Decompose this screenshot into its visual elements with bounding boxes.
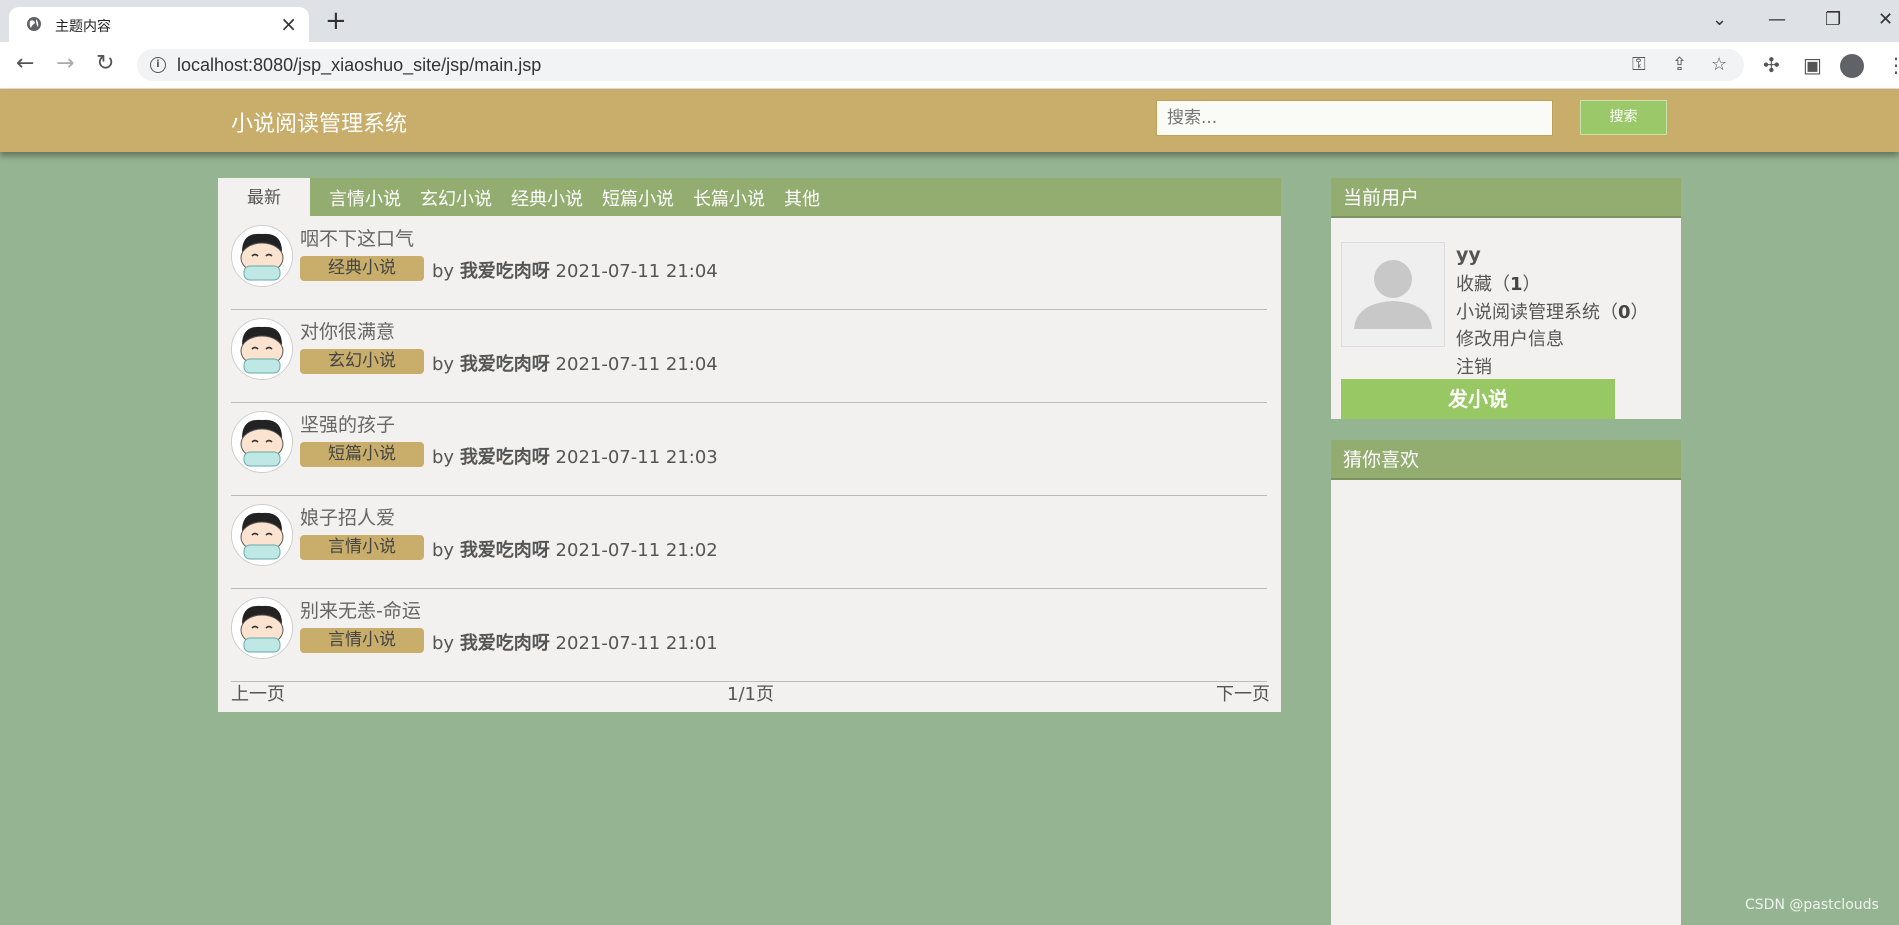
list-item: 娘子招人爱 言情小说 by 我爱吃肉呀 2021-07-11 21:02	[231, 496, 1267, 589]
site-info-icon[interactable]: i	[150, 57, 166, 73]
post-meta: by 我爱吃肉呀 2021-07-11 21:04	[432, 257, 718, 283]
favorites-link[interactable]: 收藏（1）	[1456, 270, 1541, 296]
post-author[interactable]: 我爱吃肉呀	[460, 261, 550, 282]
browser-toolbar: ← → ↻ i localhost:8080/jsp_xiaoshuo_site…	[0, 42, 1899, 89]
next-page-link[interactable]: 下一页	[1216, 680, 1270, 706]
profile-icon[interactable]	[1840, 54, 1864, 78]
list-item: 对你很满意 玄幻小说 by 我爱吃肉呀 2021-07-11 21:04	[231, 310, 1267, 403]
close-window-icon[interactable]: ✕	[1878, 6, 1893, 34]
list-item: 别来无恙-命运 言情小说 by 我爱吃肉呀 2021-07-11 21:01	[231, 589, 1267, 682]
logout-link[interactable]: 注销	[1456, 353, 1492, 379]
post-time: 2021-07-11 21:04	[555, 261, 718, 282]
post-meta: by 我爱吃肉呀 2021-07-11 21:03	[432, 443, 718, 469]
minimize-icon[interactable]: —	[1768, 6, 1786, 34]
by-label: by	[432, 540, 455, 561]
by-label: by	[432, 633, 455, 654]
post-author[interactable]: 我爱吃肉呀	[460, 633, 550, 654]
tab-novel[interactable]: 长篇小说	[693, 185, 765, 211]
favorites-count: 1	[1510, 274, 1523, 295]
category-badge[interactable]: 经典小说	[300, 256, 424, 281]
sidebar-divider	[1331, 419, 1681, 441]
avatar[interactable]	[231, 225, 293, 287]
menu-icon[interactable]: ⋮	[1886, 52, 1899, 78]
topic-list-panel: 最新 言情小说 玄幻小说 经典小说 短篇小说 长篇小说 其他 咽不下这口气 经典…	[218, 178, 1281, 712]
bookmark-star-icon[interactable]: ☆	[1711, 53, 1727, 77]
post-time: 2021-07-11 21:01	[555, 633, 718, 654]
search-input[interactable]	[1156, 100, 1553, 136]
user-avatar[interactable]	[1341, 242, 1445, 347]
recommend-header: 猜你喜欢	[1331, 440, 1681, 480]
by-label: by	[432, 447, 455, 468]
post-title[interactable]: 对你很满意	[300, 317, 395, 344]
post-title[interactable]: 坚强的孩子	[300, 410, 395, 437]
share-icon[interactable]: ⇪	[1672, 53, 1687, 77]
category-badge[interactable]: 短篇小说	[300, 442, 424, 467]
category-badge[interactable]: 玄幻小说	[300, 349, 424, 374]
page-indicator: 1/1页	[727, 684, 774, 705]
post-author[interactable]: 我爱吃肉呀	[460, 447, 550, 468]
paren: ）	[1522, 274, 1541, 295]
post-author[interactable]: 我爱吃肉呀	[460, 540, 550, 561]
key-icon[interactable]: ⚿	[1632, 53, 1646, 77]
back-icon[interactable]: ←	[16, 50, 34, 78]
reload-icon[interactable]: ↻	[96, 50, 114, 78]
post-author[interactable]: 我爱吃肉呀	[460, 354, 550, 375]
post-time: 2021-07-11 21:02	[555, 540, 718, 561]
browser-tab[interactable]: 主题内容 ×	[9, 7, 309, 42]
globe-icon	[27, 17, 41, 31]
avatar[interactable]	[231, 318, 293, 380]
paren: ）	[1630, 302, 1649, 323]
tab-short-story[interactable]: 短篇小说	[602, 185, 674, 211]
site-posts-count: 0	[1618, 302, 1631, 323]
list-item: 坚强的孩子 短篇小说 by 我爱吃肉呀 2021-07-11 21:03	[231, 403, 1267, 496]
username: yy	[1456, 244, 1481, 266]
avatar[interactable]	[231, 504, 293, 566]
list-item: 咽不下这口气 经典小说 by 我爱吃肉呀 2021-07-11 21:04	[231, 217, 1267, 310]
post-novel-button[interactable]: 发小说	[1341, 379, 1615, 419]
sidebar: 当前用户 yy 收藏（1） 小说阅读管理系统（0） 修改用户信息 注销 发小说 …	[1331, 178, 1681, 925]
address-bar[interactable]: i localhost:8080/jsp_xiaoshuo_site/jsp/m…	[137, 49, 1744, 81]
post-time: 2021-07-11 21:04	[555, 354, 718, 375]
side-panel-icon[interactable]: ▣	[1803, 52, 1822, 78]
post-title[interactable]: 别来无恙-命运	[300, 596, 421, 623]
restore-icon[interactable]: ❐	[1825, 6, 1841, 34]
avatar[interactable]	[231, 411, 293, 473]
extensions-icon[interactable]: ✣	[1763, 52, 1780, 78]
prev-page-link[interactable]: 上一页	[231, 680, 285, 706]
close-tab-icon[interactable]: ×	[280, 12, 297, 36]
tab-fantasy[interactable]: 玄幻小说	[420, 185, 492, 211]
post-meta: by 我爱吃肉呀 2021-07-11 21:01	[432, 629, 718, 655]
current-user-header: 当前用户	[1331, 178, 1681, 218]
search-button[interactable]: 搜索	[1580, 100, 1667, 135]
post-time: 2021-07-11 21:03	[555, 447, 718, 468]
category-badge[interactable]: 言情小说	[300, 535, 424, 560]
favorites-label: 收藏（	[1456, 274, 1510, 295]
new-tab-icon[interactable]: +	[325, 6, 347, 36]
tab-latest[interactable]: 最新	[218, 178, 310, 218]
by-label: by	[432, 261, 455, 282]
post-meta: by 我爱吃肉呀 2021-07-11 21:02	[432, 536, 718, 562]
watermark: CSDN @pastclouds	[1745, 897, 1879, 913]
post-meta: by 我爱吃肉呀 2021-07-11 21:04	[432, 350, 718, 376]
tab-other[interactable]: 其他	[784, 185, 820, 211]
site-posts-link[interactable]: 小说阅读管理系统（0）	[1456, 298, 1649, 324]
tab-title: 主题内容	[55, 19, 111, 35]
browser-tabstrip: 主题内容 × + ⌄ — ❐ ✕	[0, 0, 1899, 42]
post-title[interactable]: 咽不下这口气	[300, 224, 414, 251]
tab-romance[interactable]: 言情小说	[329, 185, 401, 211]
post-title[interactable]: 娘子招人爱	[300, 503, 395, 530]
site-brand[interactable]: 小说阅读管理系统	[231, 106, 407, 138]
site-header: 小说阅读管理系统 搜索	[0, 89, 1899, 152]
forward-icon[interactable]: →	[56, 50, 74, 78]
category-badge[interactable]: 言情小说	[300, 628, 424, 653]
tab-search-icon[interactable]: ⌄	[1712, 6, 1727, 34]
default-user-icon	[1354, 260, 1432, 329]
site-posts-label: 小说阅读管理系统（	[1456, 302, 1618, 323]
by-label: by	[432, 354, 455, 375]
tab-classic[interactable]: 经典小说	[511, 185, 583, 211]
category-tabs: 最新 言情小说 玄幻小说 经典小说 短篇小说 长篇小说 其他	[218, 178, 1281, 218]
url-text: localhost:8080/jsp_xiaoshuo_site/jsp/mai…	[177, 55, 542, 75]
edit-user-info-link[interactable]: 修改用户信息	[1456, 325, 1564, 351]
avatar[interactable]	[231, 597, 293, 659]
